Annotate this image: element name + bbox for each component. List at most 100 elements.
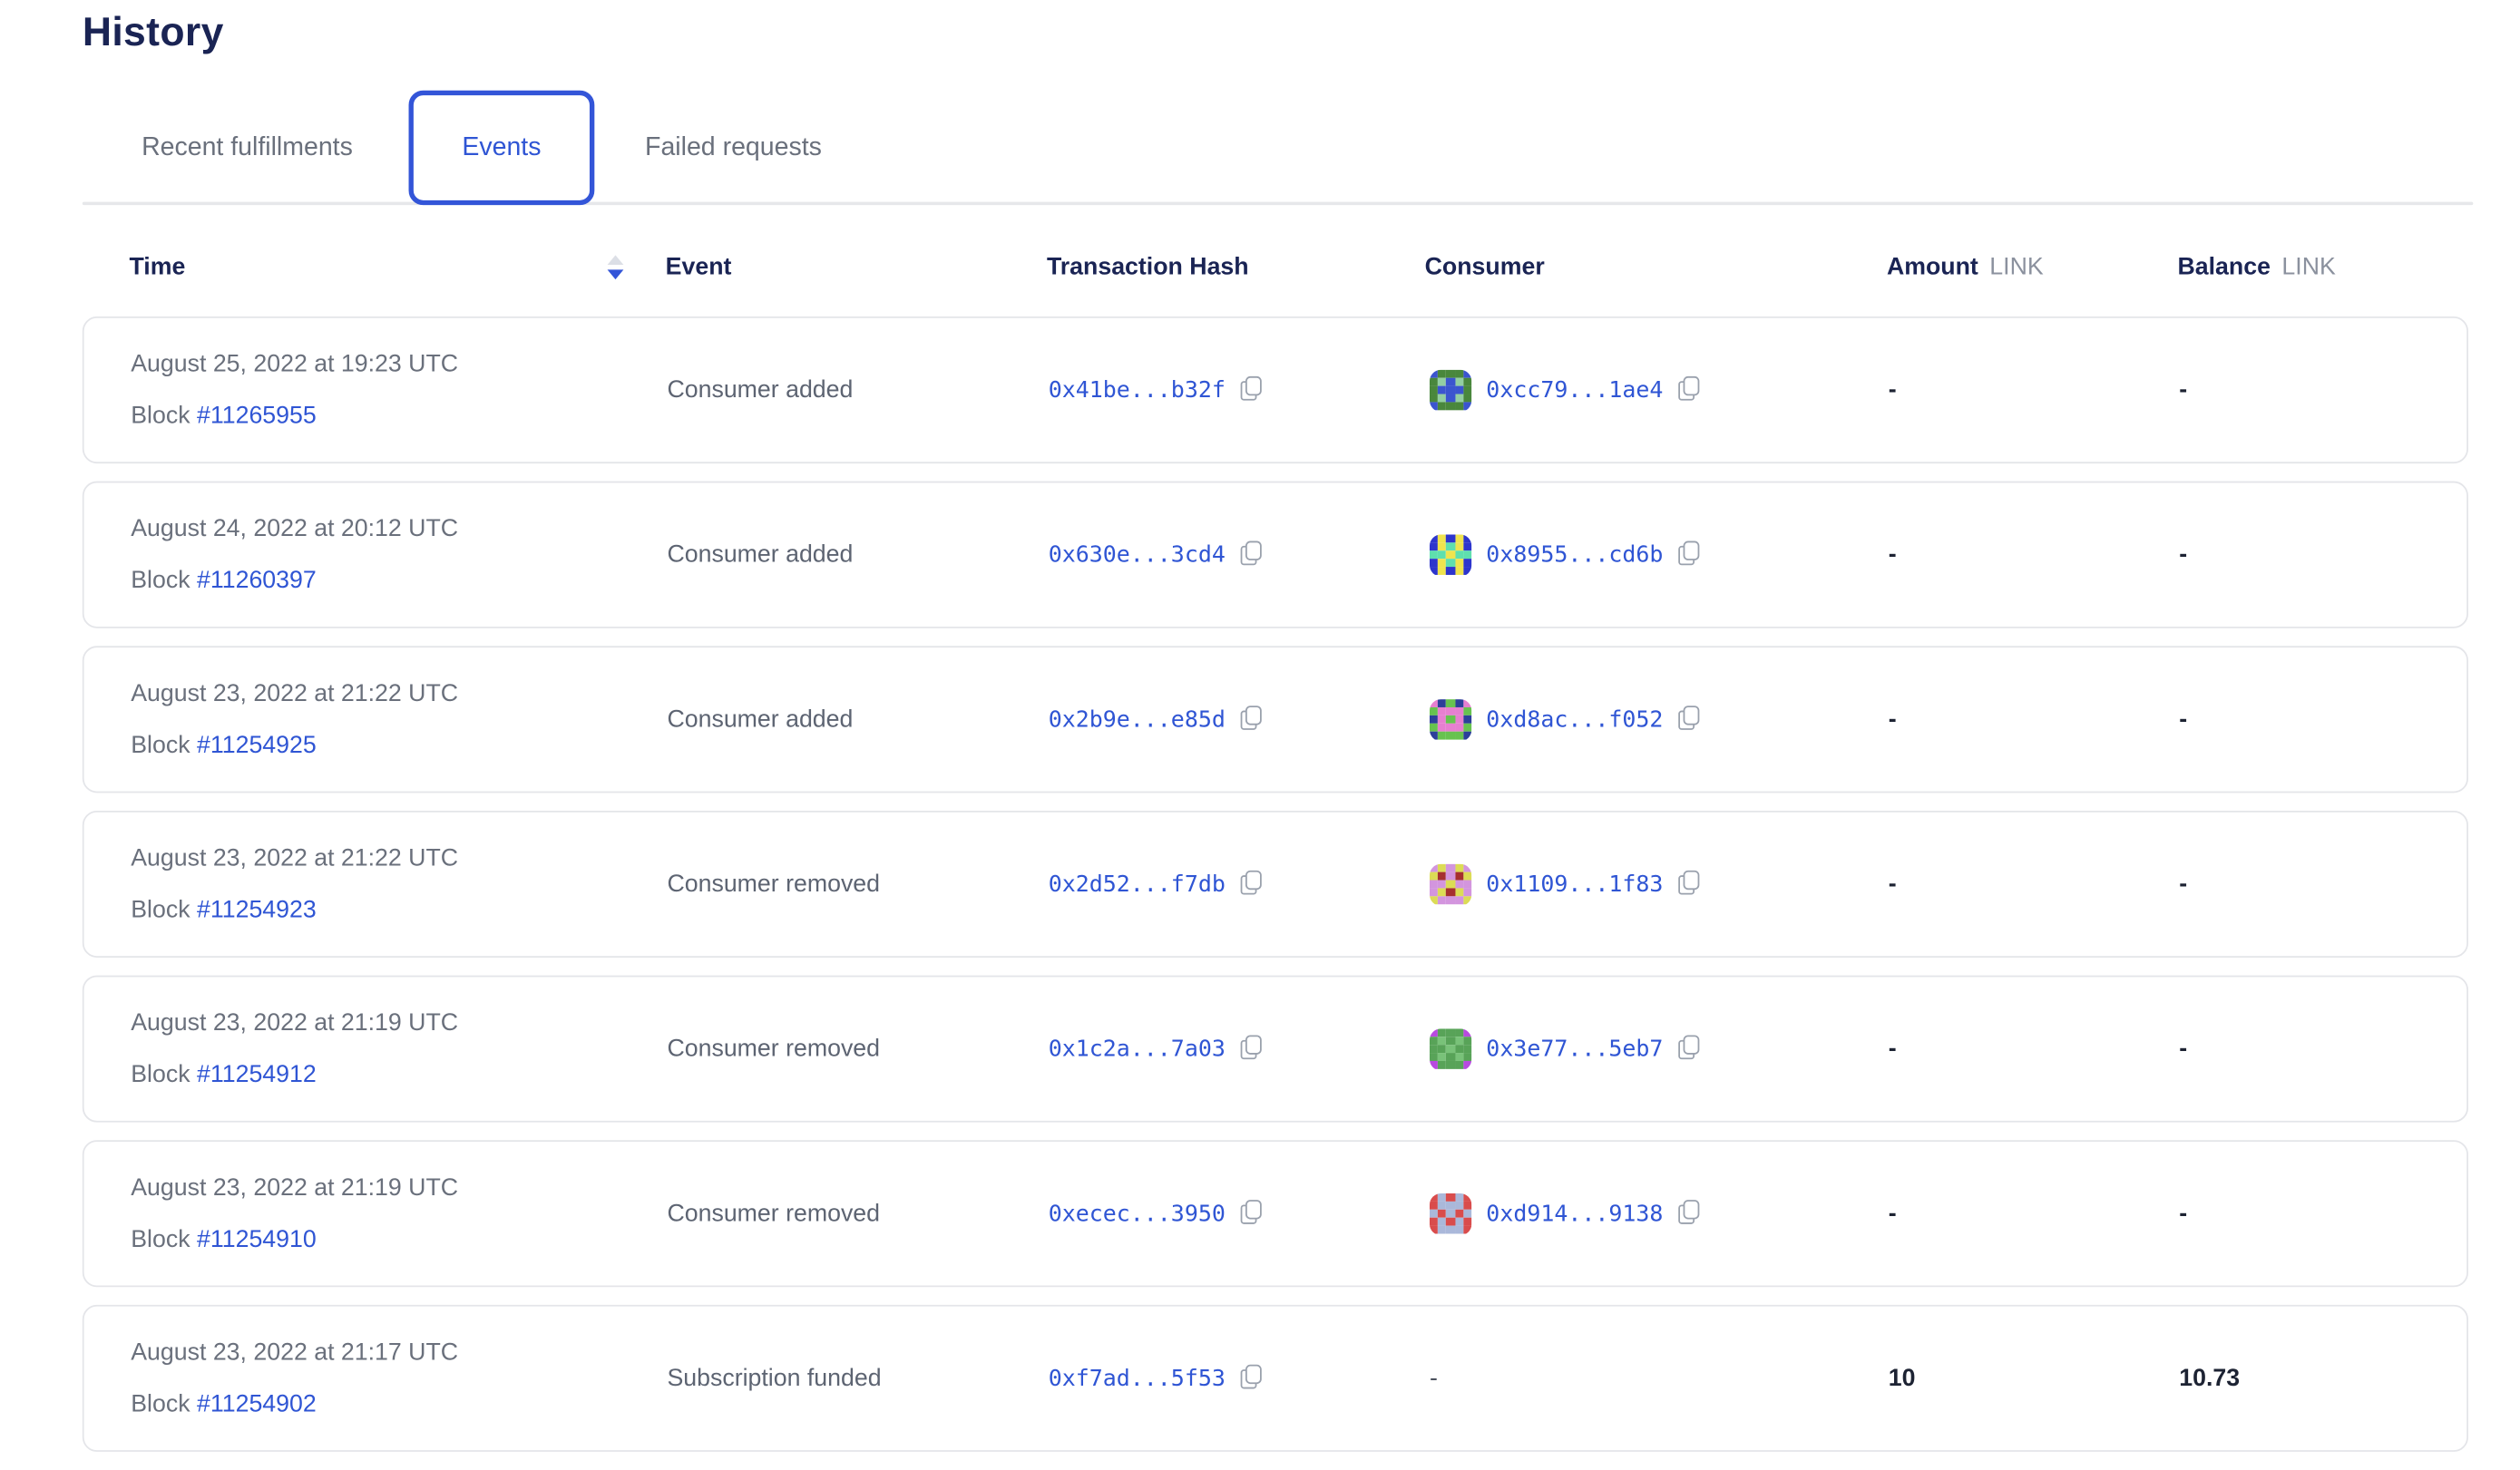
block-number-link[interactable]: #11254910: [197, 1226, 317, 1253]
consumer-address-link[interactable]: 0x3e77...5eb7: [1486, 1036, 1663, 1061]
consumer-address-link[interactable]: 0x1109...1f83: [1486, 871, 1663, 897]
copy-transaction-hash-icon[interactable]: [1240, 1200, 1263, 1227]
transaction-hash-cell: 0x41be...b32f: [1049, 318, 1263, 462]
amount-value: -: [1889, 318, 1897, 462]
amount-value: -: [1889, 1142, 1897, 1285]
amount-label: Amount: [1887, 254, 1978, 281]
block-line: Block #11265955: [131, 402, 458, 429]
block-label: Block: [131, 567, 197, 594]
block-label: Block: [131, 402, 197, 429]
transaction-hash-link[interactable]: 0x2d52...f7db: [1049, 871, 1226, 897]
block-label: Block: [131, 1226, 197, 1253]
event-type: Consumer added: [667, 318, 853, 462]
copy-consumer-address-icon[interactable]: [1677, 1035, 1700, 1062]
time-cell: August 25, 2022 at 19:23 UTC Block #1126…: [131, 350, 458, 429]
block-line: Block #11254923: [131, 896, 458, 923]
transaction-hash-link[interactable]: 0xecec...3950: [1049, 1201, 1226, 1226]
transaction-hash-link[interactable]: 0x630e...3cd4: [1049, 541, 1226, 567]
timestamp: August 23, 2022 at 21:19 UTC: [131, 1174, 458, 1202]
column-header-consumer: Consumer: [1425, 254, 1545, 281]
consumer-identicon-avatar: [1430, 534, 1471, 576]
block-label: Block: [131, 896, 197, 923]
consumer-address-link[interactable]: 0xd8ac...f052: [1486, 706, 1663, 732]
page-title: History: [83, 10, 224, 57]
table-header: Time Event Transaction Hash Consumer Amo…: [0, 205, 2520, 316]
event-row: August 23, 2022 at 21:22 UTC Block #1125…: [83, 811, 2468, 958]
balance-label: Balance: [2177, 254, 2270, 281]
copy-transaction-hash-icon[interactable]: [1240, 541, 1263, 569]
tab-recent-fulfillments[interactable]: Recent fulfillments: [126, 91, 368, 205]
block-number-link[interactable]: #11254912: [197, 1061, 317, 1088]
sort-descending-icon[interactable]: [604, 252, 627, 283]
copy-transaction-hash-icon[interactable]: [1240, 706, 1263, 733]
event-row: August 23, 2022 at 21:22 UTC Block #1125…: [83, 646, 2468, 793]
event-row: August 23, 2022 at 21:19 UTC Block #1125…: [83, 1140, 2468, 1287]
consumer-address-link[interactable]: 0x8955...cd6b: [1486, 541, 1663, 567]
event-type: Consumer added: [667, 482, 853, 626]
amount-value: -: [1889, 482, 1897, 626]
block-label: Block: [131, 1061, 197, 1088]
consumer-identicon-avatar: [1430, 1027, 1471, 1069]
event-rows: August 25, 2022 at 19:23 UTC Block #1126…: [83, 316, 2468, 1469]
timestamp: August 23, 2022 at 21:22 UTC: [131, 680, 458, 707]
consumer-cell: 0xd8ac...f052: [1430, 647, 1700, 791]
balance-value: -: [2179, 647, 2187, 791]
tab-failed-requests[interactable]: Failed requests: [635, 91, 832, 205]
amount-value: -: [1889, 977, 1897, 1120]
balance-value: -: [2179, 318, 2187, 462]
event-type: Consumer removed: [667, 813, 880, 956]
sort-descending-arrow-icon: [608, 269, 624, 279]
balance-value: -: [2179, 1142, 2187, 1285]
copy-transaction-hash-icon[interactable]: [1240, 871, 1263, 898]
event-row: August 24, 2022 at 20:12 UTC Block #1126…: [83, 482, 2468, 628]
time-cell: August 24, 2022 at 20:12 UTC Block #1126…: [131, 515, 458, 594]
block-number-link[interactable]: #11254902: [197, 1390, 317, 1417]
column-header-time[interactable]: Time: [129, 254, 185, 281]
timestamp: August 24, 2022 at 20:12 UTC: [131, 515, 458, 542]
transaction-hash-cell: 0x630e...3cd4: [1049, 482, 1263, 626]
consumer-address-link[interactable]: 0xd914...9138: [1486, 1201, 1663, 1226]
consumer-empty-dash: -: [1430, 1365, 1438, 1392]
copy-transaction-hash-icon[interactable]: [1240, 376, 1263, 404]
event-type: Subscription funded: [667, 1307, 881, 1450]
timestamp: August 23, 2022 at 21:17 UTC: [131, 1339, 458, 1366]
block-number-link[interactable]: #11254925: [197, 732, 317, 759]
copy-consumer-address-icon[interactable]: [1677, 541, 1700, 569]
consumer-cell: 0x3e77...5eb7: [1430, 977, 1700, 1120]
transaction-hash-link[interactable]: 0xf7ad...5f53: [1049, 1366, 1226, 1391]
consumer-identicon-avatar: [1430, 369, 1471, 411]
transaction-hash-cell: 0x2d52...f7db: [1049, 813, 1263, 956]
copy-transaction-hash-icon[interactable]: [1240, 1365, 1263, 1392]
consumer-address-link[interactable]: 0xcc79...1ae4: [1486, 377, 1663, 403]
block-number-link[interactable]: #11254923: [197, 896, 317, 923]
balance-value: -: [2179, 482, 2187, 626]
copy-consumer-address-icon[interactable]: [1677, 376, 1700, 404]
transaction-hash-link[interactable]: 0x2b9e...e85d: [1049, 706, 1226, 732]
block-line: Block #11254902: [131, 1390, 458, 1417]
block-label: Block: [131, 1390, 197, 1417]
copy-consumer-address-icon[interactable]: [1677, 871, 1700, 898]
copy-transaction-hash-icon[interactable]: [1240, 1035, 1263, 1062]
block-label: Block: [131, 732, 197, 759]
copy-consumer-address-icon[interactable]: [1677, 1200, 1700, 1227]
history-page: History Recent fulfillments Events Faile…: [0, 0, 2520, 1452]
block-number-link[interactable]: #11260397: [197, 567, 317, 594]
consumer-cell: -: [1430, 1307, 1438, 1450]
transaction-hash-link[interactable]: 0x41be...b32f: [1049, 377, 1226, 403]
consumer-cell: 0x8955...cd6b: [1430, 482, 1700, 626]
amount-value: 10: [1889, 1307, 1916, 1450]
block-line: Block #11254925: [131, 732, 458, 759]
tab-events[interactable]: Events: [409, 91, 595, 205]
event-row: August 25, 2022 at 19:23 UTC Block #1126…: [83, 316, 2468, 463]
block-line: Block #11260397: [131, 567, 458, 594]
transaction-hash-cell: 0xf7ad...5f53: [1049, 1307, 1263, 1450]
time-cell: August 23, 2022 at 21:22 UTC Block #1125…: [131, 680, 458, 759]
transaction-hash-link[interactable]: 0x1c2a...7a03: [1049, 1036, 1226, 1061]
column-header-balance: BalanceLINK: [2177, 254, 2335, 281]
transaction-hash-cell: 0xecec...3950: [1049, 1142, 1263, 1285]
copy-consumer-address-icon[interactable]: [1677, 706, 1700, 733]
timestamp: August 25, 2022 at 19:23 UTC: [131, 350, 458, 377]
timestamp: August 23, 2022 at 21:22 UTC: [131, 844, 458, 871]
time-cell: August 23, 2022 at 21:19 UTC Block #1125…: [131, 1009, 458, 1088]
block-number-link[interactable]: #11265955: [197, 402, 317, 429]
